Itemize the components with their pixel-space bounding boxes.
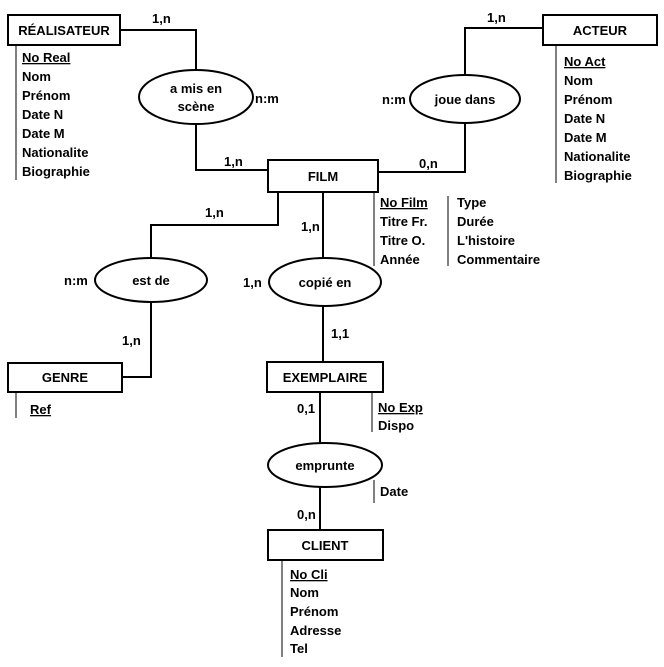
cardinality: 1,n (152, 11, 171, 26)
attribute: Année (380, 252, 420, 267)
attribute: Tel (290, 641, 308, 656)
attribute: Prénom (290, 604, 338, 619)
attribute: Date M (564, 130, 607, 145)
cardinality: 1,n (243, 275, 262, 290)
entity-film[interactable]: FILM No Film Titre Fr. Titre O. Année Ty… (267, 159, 540, 267)
entity-name: ACTEUR (573, 23, 628, 38)
attribute: Nom (564, 73, 593, 88)
entity-client[interactable]: CLIENT No Cli Nom Prénom Adresse Tel (267, 529, 384, 656)
attribute-key: No Film (380, 195, 428, 210)
relation-copie-en[interactable]: copié en (268, 257, 382, 307)
relation-type: n:m (382, 92, 406, 107)
relation-name: copié en (299, 275, 352, 290)
entity-name: EXEMPLAIRE (283, 370, 368, 385)
entity-exemplaire[interactable]: EXEMPLAIRE No Exp Dispo (266, 361, 423, 433)
relation-est-de[interactable]: est de (94, 257, 208, 303)
attribute: Date (380, 484, 408, 499)
cardinality: 0,1 (297, 401, 315, 416)
attribute: Adresse (290, 623, 341, 638)
relation-name: emprunte (295, 458, 354, 473)
entity-name: FILM (308, 169, 338, 184)
attribute: Durée (457, 214, 494, 229)
attribute-key: No Act (564, 54, 606, 69)
cardinality: 1,n (224, 154, 243, 169)
cardinality: 1,1 (331, 326, 349, 341)
cardinality: 0,n (297, 507, 316, 522)
attribute: Type (457, 195, 486, 210)
attribute: Date M (22, 126, 65, 141)
attribute: Date N (22, 107, 63, 122)
attribute-key: No Exp (378, 400, 423, 415)
attribute: Nationalite (564, 149, 630, 164)
line-acteur-joue (464, 27, 543, 75)
attribute: Titre Fr. (380, 214, 427, 229)
entity-name: CLIENT (302, 538, 349, 553)
cardinality: 1,n (301, 219, 320, 234)
cardinality: 1,n (487, 10, 506, 25)
entity-realisateur[interactable]: RÉALISATEUR No Real Nom Prénom Date N Da… (7, 14, 121, 179)
entity-acteur[interactable]: ACTEUR No Act Nom Prénom Date N Date M N… (542, 14, 658, 183)
relation-name: scène (178, 99, 215, 114)
relation-emprunte[interactable]: emprunte (267, 442, 383, 488)
entity-name: RÉALISATEUR (18, 23, 110, 38)
relation-a-mis-en-scene[interactable]: a mis en scène (138, 69, 254, 125)
relation-type: n:m (255, 91, 279, 106)
line-realisateur-amis (120, 29, 197, 70)
attribute: Prénom (22, 88, 70, 103)
cardinality: 1,n (205, 205, 224, 220)
relation-type: n:m (64, 273, 88, 288)
attribute-key: No Cli (290, 567, 328, 582)
relation-name: a mis en (170, 81, 222, 96)
cardinality: 0,n (419, 156, 438, 171)
relation-name: est de (132, 273, 170, 288)
entity-name: GENRE (42, 370, 89, 385)
cardinality: 1,n (122, 333, 141, 348)
attribute-key: No Real (22, 50, 70, 65)
line-film-estde (150, 192, 279, 258)
attribute: Titre O. (380, 233, 425, 248)
entity-genre[interactable]: GENRE Ref (7, 362, 123, 417)
attribute: Nationalite (22, 145, 88, 160)
attribute: Prénom (564, 92, 612, 107)
relation-name: joue dans (434, 92, 496, 107)
attribute: Biographie (22, 164, 90, 179)
attribute: Dispo (378, 418, 414, 433)
relation-joue-dans[interactable]: joue dans (409, 74, 521, 124)
attribute-key: Ref (30, 402, 52, 417)
attribute: Biographie (564, 168, 632, 183)
attribute: Nom (290, 585, 319, 600)
attribute: L'histoire (457, 233, 515, 248)
attribute: Date N (564, 111, 605, 126)
er-diagram: RÉALISATEUR No Real Nom Prénom Date N Da… (7, 10, 658, 657)
attribute: Commentaire (457, 252, 540, 267)
attribute: Nom (22, 69, 51, 84)
